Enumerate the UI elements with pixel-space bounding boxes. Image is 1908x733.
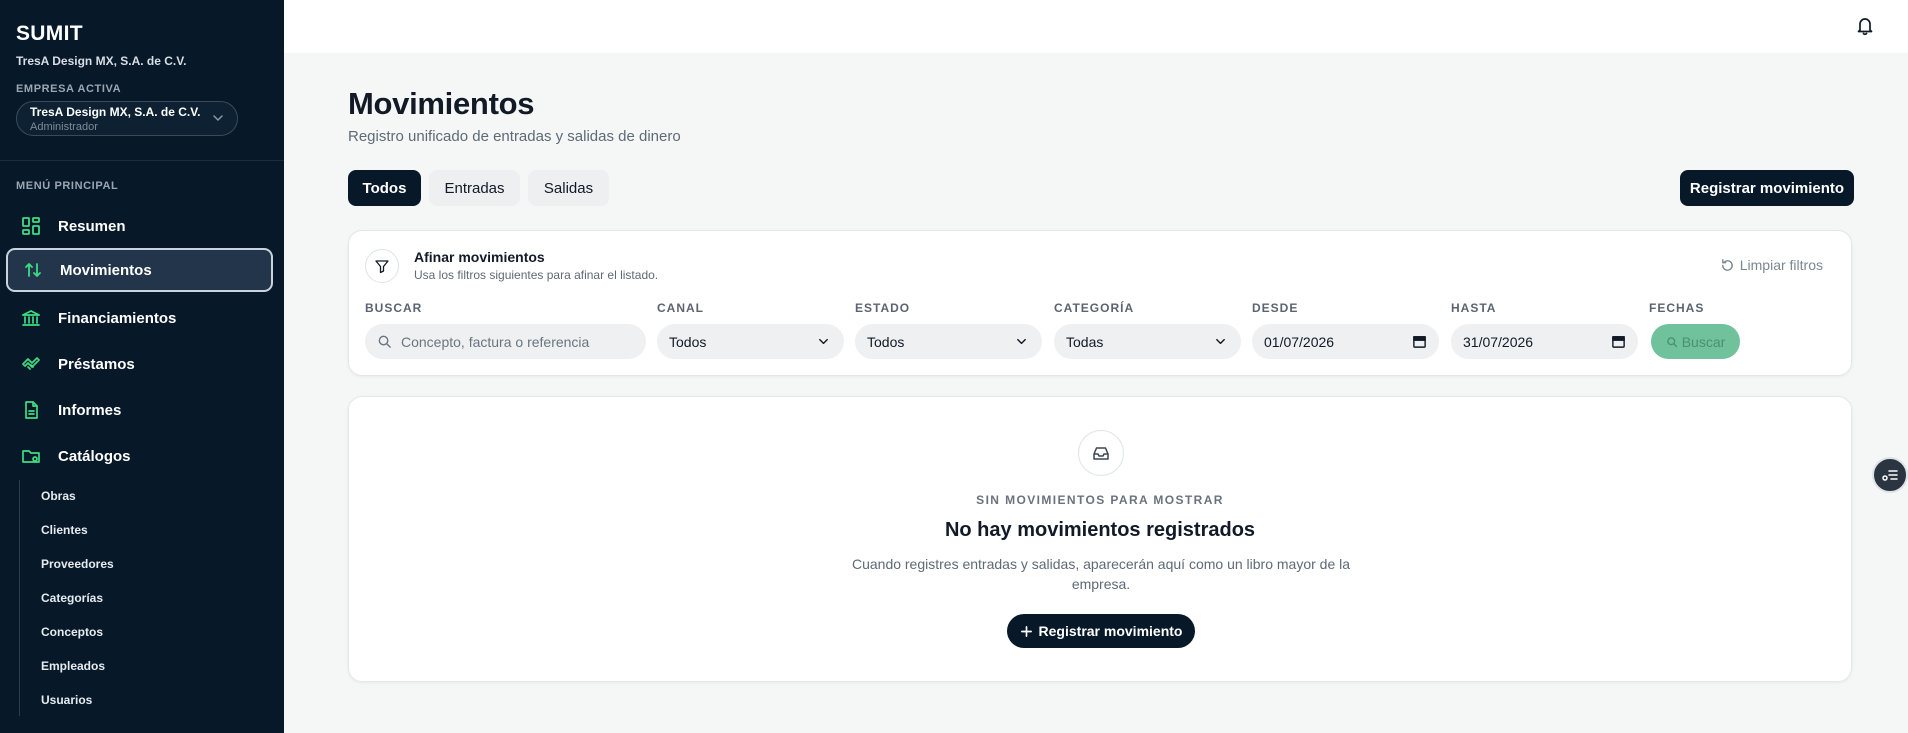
chevron-down-icon [1017, 338, 1026, 345]
tab-todos[interactable]: Todos [348, 170, 421, 206]
canal-value: Todos [669, 333, 707, 350]
brand-logo: SUMIT [16, 22, 83, 45]
dashboard-icon [20, 215, 42, 237]
search-button-label: Buscar [1681, 333, 1726, 350]
sidebar-subitem-obras[interactable]: Obras [41, 489, 76, 503]
clear-filters-label: Limpiar filtros [1739, 257, 1823, 273]
filter-icon [365, 249, 399, 283]
submenu-line [19, 480, 20, 716]
estado-value: Todos [867, 333, 905, 350]
company-selector-name: TresA Design MX, S.A. de C.V. [30, 105, 201, 119]
sidebar-item-informes[interactable]: Informes [6, 388, 273, 432]
filter-hint: Usa los filtros siguientes para afinar e… [414, 268, 659, 282]
handshake-icon [20, 353, 42, 375]
topbar [284, 0, 1908, 53]
hasta-date-input[interactable]: 31/07/2026 [1451, 324, 1638, 359]
tab-salidas[interactable]: Salidas [528, 170, 609, 206]
arrows-up-down-icon [22, 259, 44, 281]
empty-kicker: SIN MOVIMIENTOS PARA MOSTRAR [976, 493, 1224, 507]
search-label: BUSCAR [365, 301, 423, 315]
empty-register-button[interactable]: Registrar movimiento [1007, 614, 1195, 648]
sidebar-item-label: Catálogos [58, 447, 131, 465]
fechas-label: FECHAS [1649, 301, 1705, 315]
categoria-value: Todas [1066, 333, 1104, 350]
search-placeholder: Concepto, factura o referencia [401, 333, 590, 350]
search-input[interactable]: Concepto, factura o referencia [365, 324, 646, 359]
sidebar-subitem-conceptos[interactable]: Conceptos [41, 625, 103, 639]
empty-title: No hay movimientos registrados [944, 519, 1256, 541]
hasta-label: HASTA [1451, 301, 1497, 315]
sidebar-subitem-categorias[interactable]: Categorías [41, 591, 103, 605]
filter-panel: Afinar movimientos Usa los filtros sigui… [348, 230, 1852, 376]
chevron-down-icon [819, 338, 828, 345]
sidebar-subitem-clientes[interactable]: Clientes [41, 523, 88, 537]
floating-list-button[interactable] [1872, 457, 1908, 493]
sidebar-item-financiamientos[interactable]: Financiamientos [6, 296, 273, 340]
estado-label: ESTADO [855, 301, 911, 315]
empty-register-label: Registrar movimiento [1038, 623, 1183, 639]
canal-label: CANAL [657, 301, 704, 315]
sidebar-subitem-usuarios[interactable]: Usuarios [41, 693, 92, 707]
sidebar-item-label: Resumen [58, 217, 126, 235]
reset-icon [1721, 258, 1733, 271]
company-name: TresA Design MX, S.A. de C.V. [16, 54, 187, 68]
clear-filters-button[interactable]: Limpiar filtros [1720, 257, 1823, 273]
filter-title: Afinar movimientos [414, 249, 545, 265]
calendar-icon[interactable] [1412, 334, 1427, 349]
plus-icon [1020, 625, 1032, 637]
search-icon [378, 335, 391, 348]
sidebar-item-catalogos[interactable]: Catálogos [6, 434, 273, 478]
inbox-icon [1078, 430, 1124, 476]
bank-icon [20, 307, 42, 329]
empty-description: Cuando registres entradas y salidas, apa… [851, 556, 1351, 592]
company-selector-role: Administrador [30, 121, 98, 133]
chevron-down-icon [1216, 338, 1225, 345]
desde-date-input[interactable]: 01/07/2026 [1252, 324, 1439, 359]
sidebar: SUMIT TresA Design MX, S.A. de C.V. EMPR… [0, 0, 284, 733]
sidebar-item-label: Movimientos [60, 261, 152, 279]
calendar-icon[interactable] [1611, 334, 1626, 349]
sidebar-item-resumen[interactable]: Resumen [6, 204, 273, 248]
register-movement-button[interactable]: Registrar movimiento [1680, 170, 1854, 206]
categoria-label: CATEGORÍA [1054, 301, 1135, 315]
sidebar-subitem-proveedores[interactable]: Proveedores [41, 557, 114, 571]
sidebar-item-label: Informes [58, 401, 122, 419]
estado-select[interactable]: Todos [855, 324, 1042, 359]
page-title: Movimientos [348, 86, 535, 121]
desde-value: 01/07/2026 [1264, 333, 1335, 350]
sidebar-divider [0, 160, 284, 161]
sidebar-item-label: Financiamientos [58, 309, 177, 327]
chevron-down-icon [213, 115, 223, 121]
folder-gear-icon [20, 445, 42, 467]
search-icon [1666, 336, 1677, 347]
empty-state-panel: SIN MOVIMIENTOS PARA MOSTRAR No hay movi… [348, 396, 1852, 682]
categoria-select[interactable]: Todas [1054, 324, 1241, 359]
hasta-value: 31/07/2026 [1463, 333, 1534, 350]
canal-select[interactable]: Todos [657, 324, 844, 359]
sidebar-subitem-empleados[interactable]: Empleados [41, 659, 105, 673]
document-icon [20, 399, 42, 421]
page-subtitle: Registro unificado de entradas y salidas… [348, 128, 681, 145]
company-selector[interactable]: TresA Design MX, S.A. de C.V. Administra… [16, 101, 238, 136]
sidebar-item-prestamos[interactable]: Préstamos [6, 342, 273, 386]
sidebar-item-label: Préstamos [58, 355, 135, 373]
main-menu-label: MENÚ PRINCIPAL [16, 180, 119, 192]
sidebar-item-movimientos[interactable]: Movimientos [6, 248, 273, 292]
bell-icon[interactable] [1854, 14, 1876, 36]
active-company-label: EMPRESA ACTIVA [16, 83, 122, 95]
desde-label: DESDE [1252, 301, 1299, 315]
tab-entradas[interactable]: Entradas [429, 170, 520, 206]
list-settings-icon [1882, 470, 1898, 481]
search-button[interactable]: Buscar [1651, 324, 1740, 359]
